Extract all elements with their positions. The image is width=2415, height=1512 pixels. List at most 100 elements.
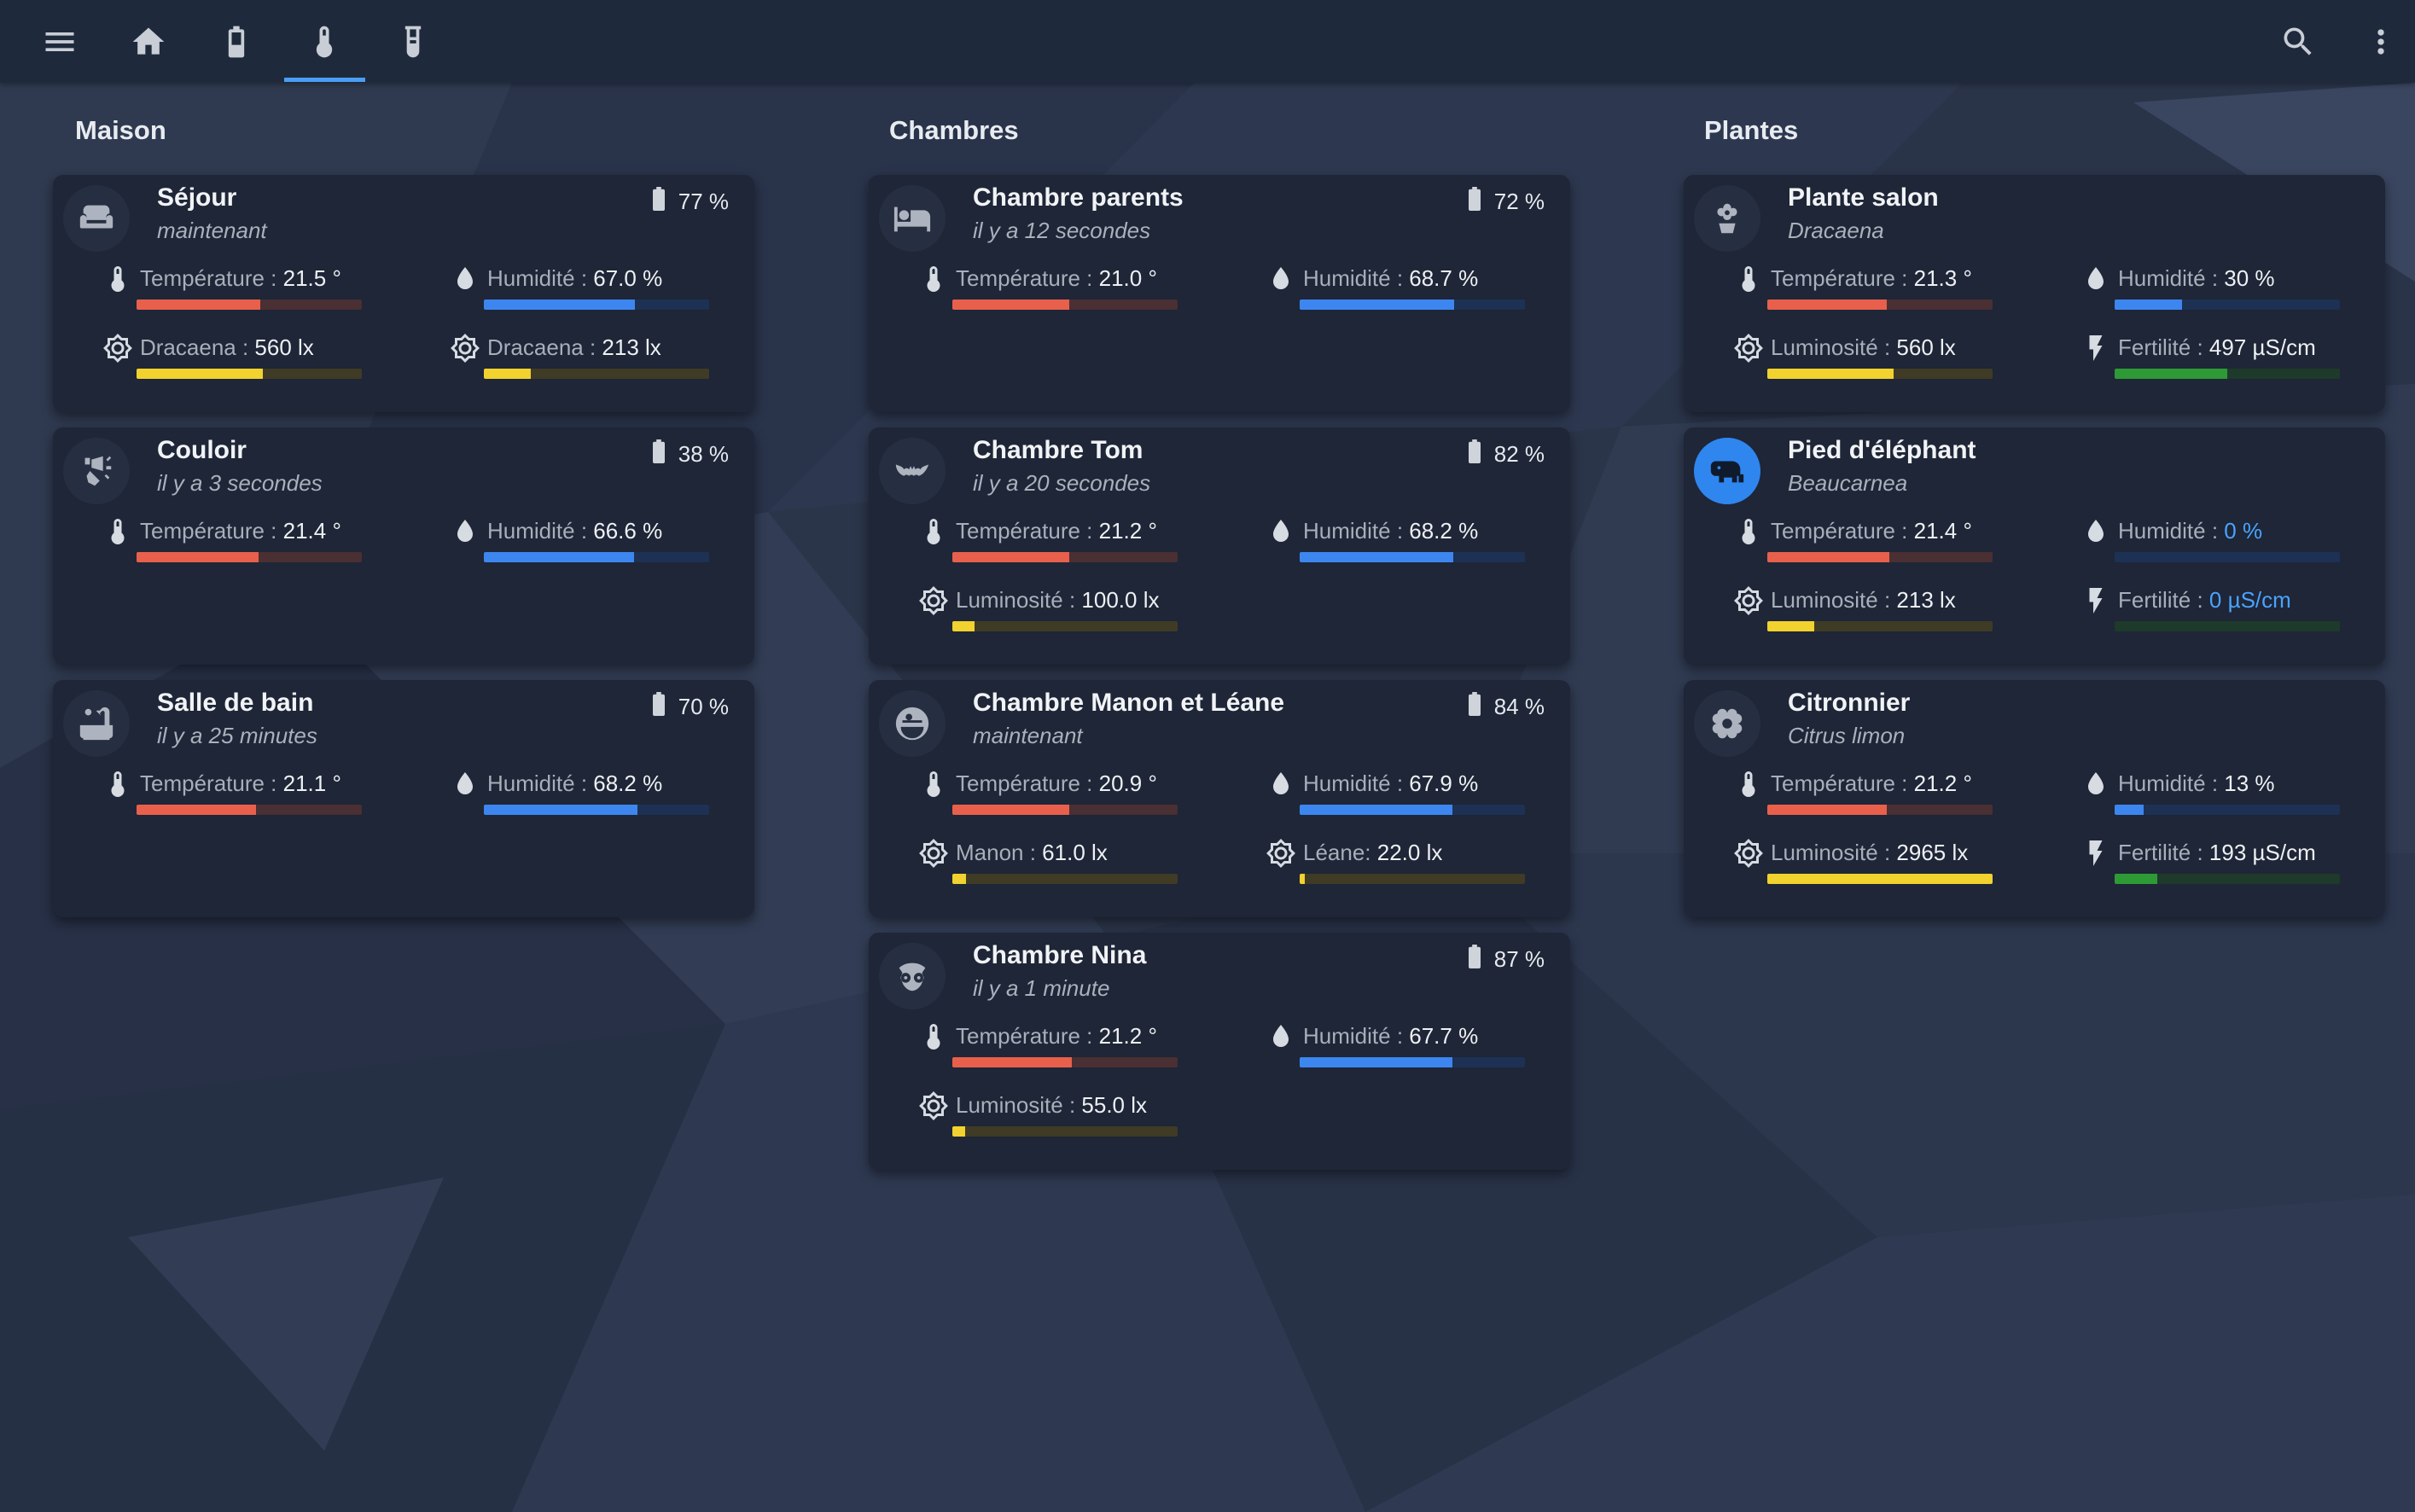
sensor-card-chambre-manon-et-leane[interactable]: Chambre Manon et Léane maintenant 84 % Temp…	[869, 680, 1570, 917]
metric-value: 21.0 °	[1098, 265, 1157, 291]
flower-icon[interactable]	[1694, 690, 1760, 757]
metric-temperature: Température : 21.4 °	[1731, 513, 1993, 573]
metric-humidity: Humidité : 67.0 %	[448, 260, 709, 320]
sensor-card-plante-salon[interactable]: Plante salon Dracaena Température : 21.3 °…	[1684, 175, 2385, 412]
thermometer-icon	[917, 767, 951, 801]
sensor-card-couloir[interactable]: Couloir il y a 3 secondes 38 % Température …	[53, 427, 754, 665]
metric-text: Luminosité : 100.0 lx	[956, 587, 1159, 614]
metric-value: 30 %	[2224, 265, 2275, 291]
metric-text: Humidité : 68.2 %	[1303, 518, 1478, 544]
metric-text: Température : 21.1 °	[140, 771, 341, 797]
flower-pot-icon[interactable]	[1694, 185, 1760, 252]
progress-bar	[1767, 621, 1993, 631]
metric-value: 21.4 °	[282, 518, 341, 544]
progress-fill	[137, 369, 263, 379]
thermometer-icon	[917, 262, 951, 296]
active-tab-indicator	[284, 78, 365, 82]
metric-temperature: Température : 21.2 °	[917, 1018, 1178, 1078]
metric-label: Humidité :	[2118, 771, 2225, 796]
sensor-card-sejour[interactable]: Séjour maintenant 77 % Température : 21.5 °…	[53, 175, 754, 412]
metric-label: Température :	[140, 518, 283, 544]
card-title: Séjour	[157, 183, 237, 212]
progress-bar	[1300, 299, 1525, 310]
metric-text: Luminosité : 213 lx	[1771, 587, 1956, 614]
metric-value[interactable]: 0 µS/cm	[2209, 587, 2291, 613]
sensor-card-citronnier[interactable]: Citronnier Citrus limon Température : 21.2…	[1684, 680, 2385, 917]
metric-label: Humidité :	[487, 265, 594, 291]
search-icon[interactable]	[2260, 0, 2336, 83]
metric-value: 497 µS/cm	[2208, 334, 2316, 360]
metric-value: 21.5 °	[282, 265, 341, 291]
battery-tab-icon[interactable]	[198, 0, 275, 83]
elephant-icon[interactable]	[1694, 438, 1760, 504]
metric-humidity: Humidité : 67.7 %	[1264, 1018, 1525, 1078]
metric-humidity: Humidité : 66.6 %	[448, 513, 709, 573]
metric-label: Fertilité :	[2118, 587, 2209, 613]
bathtub-icon[interactable]	[63, 690, 130, 757]
thermometer-icon	[101, 767, 135, 801]
sun-icon	[1731, 584, 1766, 618]
battery-level: 72 %	[1467, 187, 1545, 217]
more-vert-icon[interactable]	[2342, 0, 2415, 83]
progress-fill	[1767, 621, 1815, 631]
water-drop-icon	[2079, 767, 2113, 801]
progress-bar	[1767, 369, 1993, 379]
card-title: Chambre Nina	[973, 941, 1147, 969]
metric-label: Fertilité :	[2118, 334, 2209, 360]
metric-value: 21.2 °	[1098, 1023, 1157, 1049]
owl-icon[interactable]	[879, 943, 946, 1009]
sensor-card-chambre-nina[interactable]: Chambre Nina il y a 1 minute 87 % Températu…	[869, 933, 1570, 1170]
water-drop-icon	[448, 515, 482, 549]
bed-icon[interactable]	[879, 185, 946, 252]
metric-humidity: Humidité : 30 %	[2079, 260, 2340, 320]
metric-value: 560 lx	[254, 334, 314, 360]
battery-value: 72 %	[1493, 189, 1545, 214]
metric-value[interactable]: 0 %	[2224, 518, 2262, 544]
thermometer-icon	[917, 515, 951, 549]
battery-icon	[1467, 692, 1482, 722]
thermometer-icon	[101, 262, 135, 296]
metric-value: 68.2 %	[593, 771, 663, 796]
bat-icon[interactable]	[879, 438, 946, 504]
death-star-icon[interactable]	[879, 690, 946, 757]
wall-light-icon[interactable]	[63, 438, 130, 504]
progress-bar	[2115, 621, 2340, 631]
home-icon[interactable]	[110, 0, 187, 83]
test-tube-tab-icon[interactable]	[375, 0, 451, 83]
progress-fill	[2115, 805, 2144, 815]
sensor-card-chambre-parents[interactable]: Chambre parents il y a 12 secondes 72 % Tem…	[869, 175, 1570, 412]
thermometer-tab-icon[interactable]	[286, 0, 363, 83]
metric-temperature: Température : 21.2 °	[917, 513, 1178, 573]
metric-temperature: Température : 21.3 °	[1731, 260, 1993, 320]
metric-label: Fertilité :	[2118, 840, 2209, 865]
card-subtitle: il y a 12 secondes	[973, 218, 1151, 243]
metric-temperature: Température : 21.0 °	[917, 260, 1178, 320]
metric-value: 67.9 %	[1409, 771, 1479, 796]
card-subtitle: il y a 3 secondes	[157, 470, 323, 496]
sensor-card-chambre-tom[interactable]: Chambre Tom il y a 20 secondes 82 % Tempéra…	[869, 427, 1570, 665]
metric-text: Humidité : 66.6 %	[487, 518, 662, 544]
sensor-card-pied-d-elephant[interactable]: Pied d'éléphant Beaucarnea Température : 2…	[1684, 427, 2385, 665]
card-subtitle: il y a 25 minutes	[157, 723, 317, 748]
top-app-bar	[0, 0, 2415, 83]
card-subtitle: il y a 1 minute	[973, 975, 1110, 1001]
progress-bar	[1300, 874, 1525, 884]
menu-icon[interactable]	[21, 0, 98, 83]
metric-light: Luminosité : 213 lx	[1731, 582, 1993, 642]
sun-icon	[448, 331, 482, 365]
progress-bar	[1767, 299, 1993, 310]
metric-value: 213 lx	[602, 334, 661, 360]
progress-bar	[1300, 1057, 1525, 1067]
battery-icon	[651, 187, 666, 217]
metric-light: Luminosité : 2965 lx	[1731, 835, 1993, 894]
metric-value: 21.3 °	[1913, 265, 1972, 291]
metric-text: Luminosité : 2965 lx	[1771, 840, 1968, 866]
battery-value: 87 %	[1493, 946, 1545, 972]
metric-value: 100.0 lx	[1081, 587, 1160, 613]
progress-bar	[484, 805, 709, 815]
sensor-card-salle-de-bain[interactable]: Salle de bain il y a 25 minutes 70 % Tempér…	[53, 680, 754, 917]
card-title: Chambre parents	[973, 183, 1184, 212]
metric-label: Humidité :	[1303, 265, 1410, 291]
metric-text: Température : 21.4 °	[140, 518, 341, 544]
sofa-icon[interactable]	[63, 185, 130, 252]
